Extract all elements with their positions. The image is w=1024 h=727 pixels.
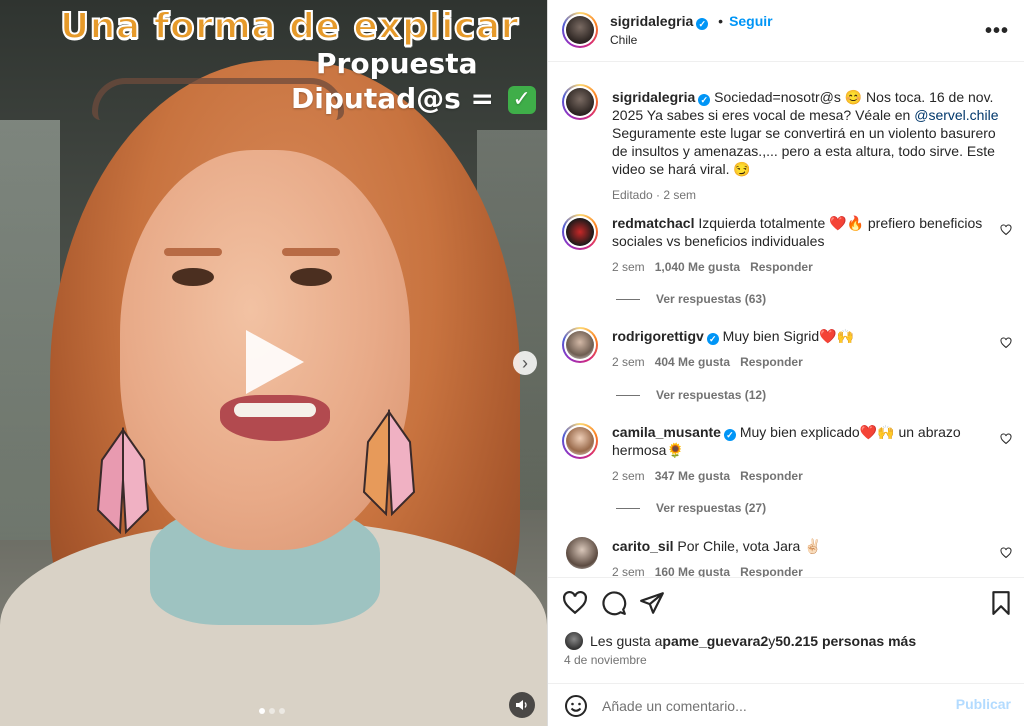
comment-avatar[interactable] [562,214,598,250]
verified-badge-icon: ✓ [698,94,711,106]
view-replies-label: Ver respuestas (27) [656,501,767,515]
play-icon[interactable] [246,330,304,394]
left-eyebrow [164,248,222,256]
comment-username[interactable]: redmatchacl [612,215,694,231]
right-eyebrow [282,248,340,256]
comment-actions: 2 sem 404 Me gusta Responder [612,355,803,369]
share-paper-plane-icon[interactable] [639,590,665,616]
post-header: sigridalegria ✓ • Seguir Chile ••• [548,0,1024,62]
like-heart-icon[interactable] [562,590,588,616]
comment-body: Por Chile, vota Jara ✌🏻 [677,538,822,554]
liker-username[interactable]: pame_guevara2 [662,633,768,649]
post-date[interactable]: 4 de noviembre [564,653,647,667]
comment-body: Muy bien Sigrid❤️🙌 [722,328,855,344]
comment-text: camila_musante ✓ Muy bien explicado❤️🙌 un… [612,423,992,459]
comment-username[interactable]: rodrigorettigv [612,328,704,344]
caption-username[interactable]: sigridalegria [612,89,695,105]
comments-scroll-area[interactable]: sigridalegria ✓ Sociedad=nosotr@s 😊 Nos t… [548,62,1024,577]
slide-dot [279,708,285,714]
author-avatar[interactable] [562,12,598,48]
slide-dot [259,708,265,714]
publish-button[interactable]: Publicar [956,696,1011,712]
comment-actions: 2 sem 347 Me gusta Responder [612,469,803,483]
speaker-icon [516,700,527,710]
post-side-panel: sigridalegria ✓ • Seguir Chile ••• sigrida… [547,0,1024,726]
view-replies-button[interactable]: Ver respuestas (12) [616,388,766,402]
bookmark-icon[interactable] [988,590,1014,616]
comment-input[interactable] [600,694,944,718]
add-comment-bar: Publicar [548,683,1024,727]
reply-button[interactable]: Responder [740,355,803,369]
emoji-icon[interactable] [564,694,588,718]
post-action-bar: Les gusta a pame_guevara2 y 50.215 perso… [548,577,1024,726]
butterfly-earring-left [96,426,150,535]
sound-toggle-button[interactable] [509,692,535,718]
reply-button[interactable]: Responder [740,565,803,577]
overlay-title: Una forma de explicar [59,5,519,48]
mouth [220,395,330,441]
comment-text: rodrigorettigv ✓ Muy bien Sigrid❤️🙌 [612,327,992,345]
next-slide-button[interactable]: › [513,351,537,375]
chevron-right-icon: › [522,352,528,373]
author-username[interactable]: sigridalegria [610,13,693,29]
overlay-subtitle: Propuesta [316,47,478,80]
comment-like-heart-icon[interactable] [1000,547,1012,559]
reply-button[interactable]: Responder [750,260,813,274]
more-options-icon[interactable]: ••• [985,20,1009,43]
caption-meta: Editado · 2 sem [612,188,697,202]
caption-mention-link[interactable]: @servel.chile [914,107,998,123]
comment-actions: 2 sem 160 Me gusta Responder [612,565,803,577]
comment-likes[interactable]: 160 Me gusta [655,565,730,577]
comment-time: 2 sem [612,565,645,577]
comment-time: 2 sem [612,260,645,274]
verified-badge-icon: ✓ [706,333,719,345]
post-media[interactable]: Una forma de explicar Propuesta Diputad@… [0,0,547,726]
comment-likes[interactable]: 1,040 Me gusta [655,260,740,274]
view-replies-label: Ver respuestas (12) [656,388,767,402]
verified-badge-icon: ✓ [696,18,709,30]
likes-prefix: Les gusta a [590,633,663,649]
view-replies-button[interactable]: Ver respuestas (63) [616,292,766,306]
comment-avatar[interactable] [562,327,598,363]
caption-text: sigridalegria ✓ Sociedad=nosotr@s 😊 Nos t… [612,88,1012,204]
view-replies-button[interactable]: Ver respuestas (27) [616,501,766,515]
likes-summary: Les gusta a pame_guevara2 y 50.215 perso… [564,631,916,651]
comment-username[interactable]: camila_musante [612,424,721,440]
view-replies-label: Ver respuestas (63) [656,292,767,306]
comment-username[interactable]: carito_sil [612,538,673,554]
right-eye [290,268,332,286]
caption-body-2: Seguramente este lugar se convertirá en … [612,125,996,177]
comment-likes[interactable]: 347 Me gusta [655,469,730,483]
check-mark-icon: ✓ [507,86,536,114]
comment-actions: 2 sem 1,040 Me gusta Responder [612,260,813,274]
liker-avatar [564,631,584,651]
post-location[interactable]: Chile [610,33,637,47]
caption-avatar[interactable] [562,84,598,120]
reply-button[interactable]: Responder [740,469,803,483]
author-name-line: sigridalegria ✓ • Seguir [610,13,773,30]
left-eye [172,268,214,286]
comment-text: redmatchacl Izquierda totalmente ❤️🔥 pre… [612,214,992,250]
comment-likes[interactable]: 404 Me gusta [655,355,730,369]
separator-dot: • [718,13,724,29]
butterfly-earring-right [362,408,416,517]
verified-badge-icon: ✓ [723,429,736,441]
overlay-line3: Diputad@s = ✓ [291,82,536,115]
slide-dot [269,708,275,714]
comment-like-heart-icon[interactable] [1000,224,1012,236]
comment-avatar[interactable] [566,537,598,569]
comment-bubble-icon[interactable] [601,590,627,616]
comment-like-heart-icon[interactable] [1000,433,1012,445]
comment-like-heart-icon[interactable] [1000,337,1012,349]
likes-others-count[interactable]: 50.215 personas más [775,633,916,649]
comment-time: 2 sem [612,469,645,483]
comment-avatar[interactable] [562,423,598,459]
overlay-line3-text: Diputad@s = [291,82,495,115]
likes-middle: y [768,633,776,649]
comment-time: 2 sem [612,355,645,369]
comment-text: carito_sil Por Chile, vota Jara ✌🏻 [612,537,992,555]
follow-button[interactable]: Seguir [729,13,773,29]
slide-indicator [259,708,285,714]
